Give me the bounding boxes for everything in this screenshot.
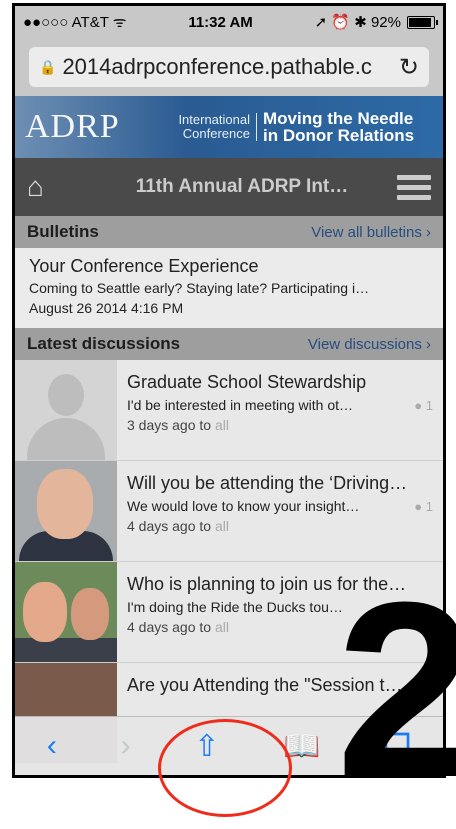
avatar xyxy=(15,461,117,561)
discussion-scope[interactable]: all xyxy=(215,518,229,534)
discussion-when: 4 days ago to xyxy=(127,518,215,534)
status-time: 11:32 AM xyxy=(188,13,253,31)
discussion-scope[interactable]: all xyxy=(215,417,229,433)
view-all-bulletins-link[interactable]: View all bulletins › xyxy=(311,224,431,241)
carrier-signal: ●●○○○ AT&T ᯤ xyxy=(23,14,127,31)
bulletin-summary: Coming to Seattle early? Staying late? P… xyxy=(29,280,370,296)
lock-icon: 🔒 xyxy=(39,58,57,75)
discussion-when: 4 days ago to xyxy=(127,619,215,635)
share-highlight-circle xyxy=(158,719,292,817)
discussion-title[interactable]: Will you be attending the ‘Driving… xyxy=(127,473,433,494)
adrp-logo: ADRP xyxy=(25,108,120,145)
url-field[interactable]: 🔒 2014adrpconference.pathable.c ↻ xyxy=(29,47,429,87)
hamburger-menu-icon[interactable] xyxy=(397,174,431,200)
status-right: ➚ ⏰ ✱ 92% xyxy=(314,13,438,31)
status-icons: ➚ ⏰ ✱ 92% xyxy=(314,14,401,31)
page-title: 11th Annual ADRP Int… xyxy=(135,176,349,197)
forward-icon[interactable]: › xyxy=(121,729,131,763)
comment-count: ● 1 xyxy=(414,498,433,514)
bulletin-item[interactable]: Your Conference Experience Coming to Sea… xyxy=(15,248,443,328)
reload-icon[interactable]: ↻ xyxy=(399,53,419,82)
avatar xyxy=(15,562,117,662)
bulletins-title: Bulletins xyxy=(27,222,99,241)
battery-icon xyxy=(406,15,438,29)
discussion-when: 3 days ago to xyxy=(127,417,215,433)
list-item[interactable]: Will you be attending the ‘Driving… We w… xyxy=(15,461,443,562)
discussions-header: Latest discussions View discussions › xyxy=(15,328,443,360)
discussion-scope[interactable]: all xyxy=(215,619,229,635)
discussion-excerpt: We would love to know your insight… xyxy=(127,498,360,514)
discussion-title[interactable]: Graduate School Stewardship xyxy=(127,372,433,393)
avatar xyxy=(15,360,117,460)
bulletins-header: Bulletins View all bulletins › xyxy=(15,216,443,248)
status-bar: ●●○○○ AT&T ᯤ 11:32 AM ➚ ⏰ ✱ 92% xyxy=(15,6,443,38)
banner-tagline: Moving the Needle in Donor Relations xyxy=(263,110,414,144)
url-text[interactable]: 2014adrpconference.pathable.c xyxy=(62,54,392,80)
address-bar: 🔒 2014adrpconference.pathable.c ↻ xyxy=(15,38,443,96)
bulletin-date: August 26 2014 4:16 PM xyxy=(29,300,184,316)
conference-banner[interactable]: ADRP International Conference Moving the… xyxy=(15,96,443,158)
banner-tagline-2: in Donor Relations xyxy=(263,126,415,145)
discussions-title: Latest discussions xyxy=(27,334,181,353)
step-number: 2 xyxy=(336,550,456,829)
bulletin-title[interactable]: Your Conference Experience xyxy=(29,256,429,277)
banner-intl: International Conference xyxy=(155,113,257,141)
view-discussions-link[interactable]: View discussions › xyxy=(308,336,431,353)
discussion-excerpt: I'd be interested in meeting with ot… xyxy=(127,397,354,413)
comment-count: ● 1 xyxy=(414,397,433,413)
list-item[interactable]: Graduate School Stewardship I'd be inter… xyxy=(15,360,443,461)
home-icon[interactable]: ⌂ xyxy=(27,171,87,203)
nav-bar: ⌂ 11th Annual ADRP Int… xyxy=(15,158,443,216)
back-icon[interactable]: ‹ xyxy=(47,729,57,763)
